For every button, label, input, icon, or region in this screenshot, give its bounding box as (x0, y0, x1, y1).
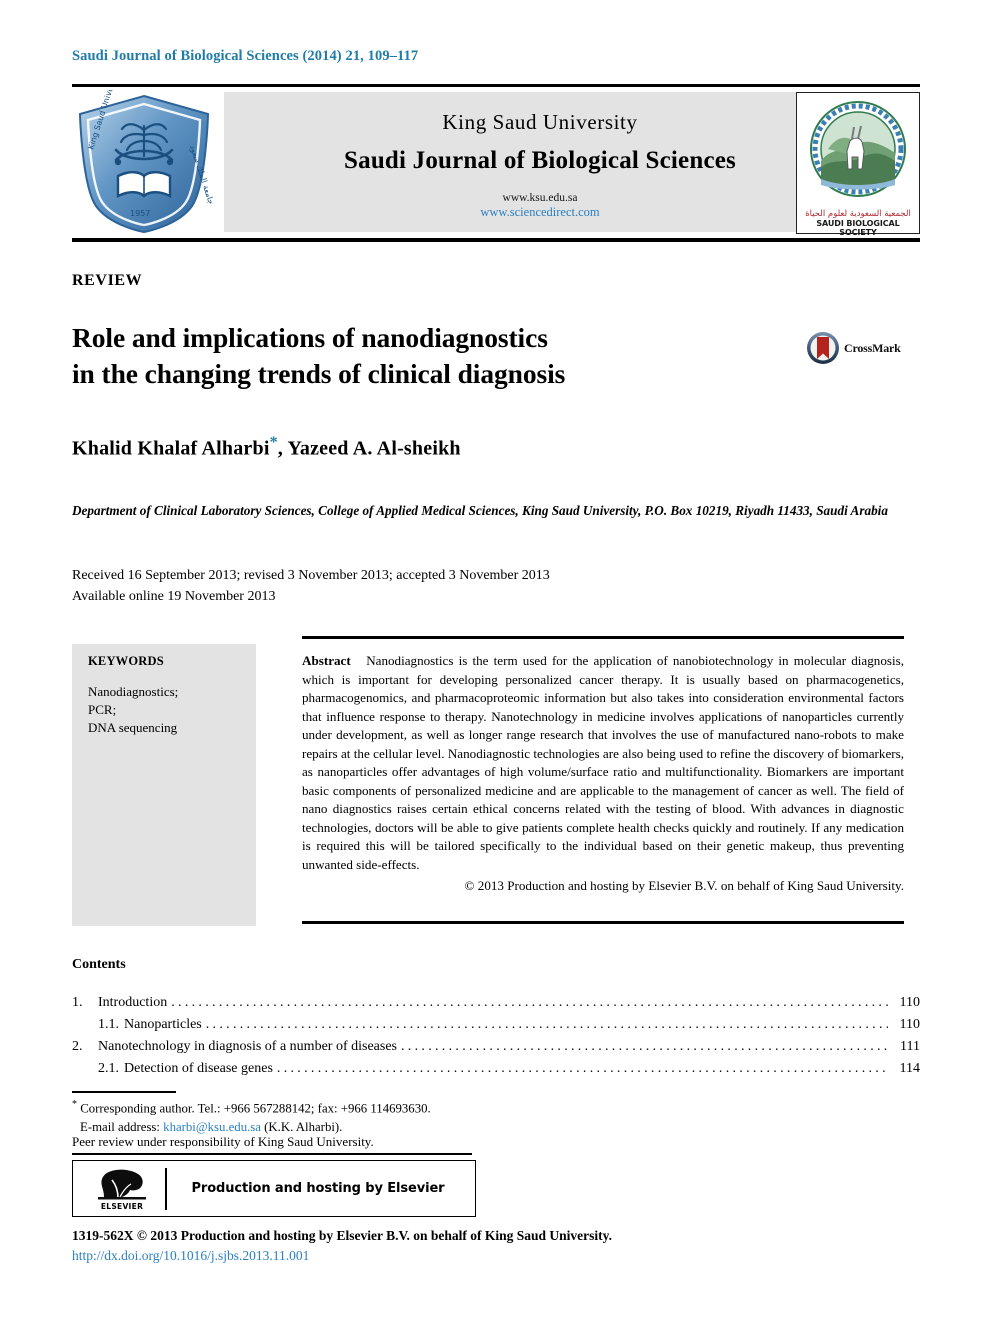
abstract-text: Nanodiagnostics is the term used for the… (302, 653, 904, 873)
author-secondary: , Yazeed A. Al-sheikh (277, 437, 461, 460)
author-list: Khalid Khalaf Alharbi*, Yazeed A. Al-she… (72, 434, 461, 461)
toc-entry-number: 2. (72, 1039, 83, 1054)
footnote-block: * Corresponding author. Tel.: +966 56728… (72, 1096, 772, 1136)
email-owner: (K.K. Alharbi). (264, 1119, 343, 1134)
crossmark-badge[interactable]: CrossMark (806, 331, 918, 367)
issn-copyright-line: 1319-562X © 2013 Production and hosting … (72, 1228, 613, 1243)
author-affiliation: Department of Clinical Laboratory Scienc… (72, 503, 888, 518)
toc-leader-dots: ........................................… (276, 1061, 888, 1076)
corresponding-author-text: Corresponding author. Tel.: +966 5672881… (80, 1101, 431, 1116)
keywords-panel: KEYWORDS Nanodiagnostics; PCR; DNA seque… (72, 644, 256, 926)
toc-entry-page: 114 (899, 1061, 920, 1076)
abstract-label: Abstract (302, 653, 351, 668)
abstract-bottom-rule (302, 921, 904, 924)
toc-entry-label: Nanotechnology in diagnosis of a number … (98, 1039, 397, 1054)
toc-entry-number: 1.1. (98, 1017, 119, 1032)
article-first-page: Saudi Journal of Biological Sciences (20… (0, 0, 992, 1323)
svg-text:1957: 1957 (130, 209, 150, 218)
title-line-1: Role and implications of nanodiagnostics (72, 322, 548, 353)
corresponding-author-marker[interactable]: * (270, 434, 278, 451)
toc-entry-page: 111 (900, 1039, 920, 1054)
toc-leader-dots: ........................................… (205, 1017, 888, 1032)
footnote-star-marker: * (72, 1099, 77, 1110)
corresponding-author-note: * Corresponding author. Tel.: +966 56728… (72, 1096, 772, 1118)
journal-header-band: King Saud University جامعة الملك سعود 19… (72, 68, 920, 237)
email-label: E-mail address: (80, 1119, 160, 1134)
toc-entry-number: 1. (72, 995, 83, 1010)
running-head: Saudi Journal of Biological Sciences (20… (72, 48, 419, 64)
publisher-university-name: King Saud University (442, 110, 638, 134)
author-primary: Khalid Khalaf Alharbi (72, 437, 270, 460)
title-line-2: in the changing trends of clinical diagn… (72, 358, 566, 389)
abstract-block: Abstract Nanodiagnostics is the term use… (302, 652, 904, 895)
elsevier-production-text: Production and hosting by Elsevier (191, 1181, 445, 1196)
elsevier-logo-icon: ELSEVIER (73, 1167, 165, 1211)
abstract-copyright: © 2013 Production and hosting by Elsevie… (464, 877, 904, 893)
toc-entry-label: Nanoparticles (124, 1017, 202, 1032)
peer-review-note: Peer review under responsibility of King… (72, 1134, 374, 1149)
toc-entry-label: Introduction (98, 995, 168, 1010)
keywords-heading: KEYWORDS (88, 654, 164, 668)
toc-leader-dots: ........................................… (401, 1039, 888, 1054)
history-available: Available online 19 November 2013 (72, 589, 276, 604)
journal-name: Saudi Journal of Biological Sciences (344, 147, 736, 174)
society-name-english: SAUDI BIOLOGICAL SOCIETY (816, 219, 900, 237)
article-type-label: REVIEW (72, 272, 143, 289)
page-title: Role and implications of nanodiagnostics… (72, 320, 772, 392)
journal-title-plate: King Saud University Saudi Journal of Bi… (224, 92, 856, 232)
society-name-arabic: الجمعية السعودية لعلوم الحياة (805, 209, 911, 219)
doi-link[interactable]: http://dx.doi.org/10.1016/j.sjbs.2013.11… (72, 1248, 309, 1264)
toc-entry[interactable]: 1.1. Nanoparticles.......................… (72, 1014, 920, 1036)
toc-entry-page: 110 (899, 1017, 920, 1032)
sciencedirect-url[interactable]: www.sciencedirect.com (224, 205, 856, 220)
elsevier-production-box: ELSEVIER Production and hosting by Elsev… (72, 1160, 476, 1217)
toc-entry[interactable]: 1. Introduction..........................… (72, 992, 920, 1014)
footnote-separator-2 (72, 1153, 472, 1155)
crossmark-label: CrossMark (844, 341, 901, 355)
keywords-list: Nanodiagnostics; PCR; DNA sequencing (88, 684, 179, 735)
header-top-rule (72, 84, 920, 87)
header-bottom-rule (72, 238, 920, 242)
contents-heading: Contents (72, 957, 126, 972)
history-received: Received 16 September 2013; revised 3 No… (72, 568, 550, 583)
toc-entry[interactable]: 2. Nanotechnology in diagnosis of a numbe… (72, 1036, 920, 1058)
elsevier-wordmark: ELSEVIER (100, 1201, 144, 1211)
footnote-separator (72, 1091, 176, 1093)
toc-entry-number: 2.1. (98, 1061, 119, 1076)
table-of-contents: 1. Introduction..........................… (72, 992, 920, 1080)
university-url[interactable]: www.ksu.edu.sa (224, 192, 856, 204)
toc-leader-dots: ........................................… (171, 995, 888, 1010)
toc-entry[interactable]: 2.1. Detection of disease genes..........… (72, 1058, 920, 1080)
toc-entry-page: 110 (899, 995, 920, 1010)
king-saud-university-logo-icon: King Saud University جامعة الملك سعود 19… (72, 68, 216, 236)
email-link[interactable]: kharbi@ksu.edu.sa (163, 1120, 261, 1134)
saudi-biological-society-logo-icon: الجمعية السعودية لعلوم الحياة SAUDI BIOL… (796, 92, 920, 237)
toc-entry-label: Detection of disease genes (124, 1061, 273, 1076)
article-history: Received 16 September 2013; revised 3 No… (72, 565, 772, 607)
abstract-top-rule (302, 636, 904, 639)
